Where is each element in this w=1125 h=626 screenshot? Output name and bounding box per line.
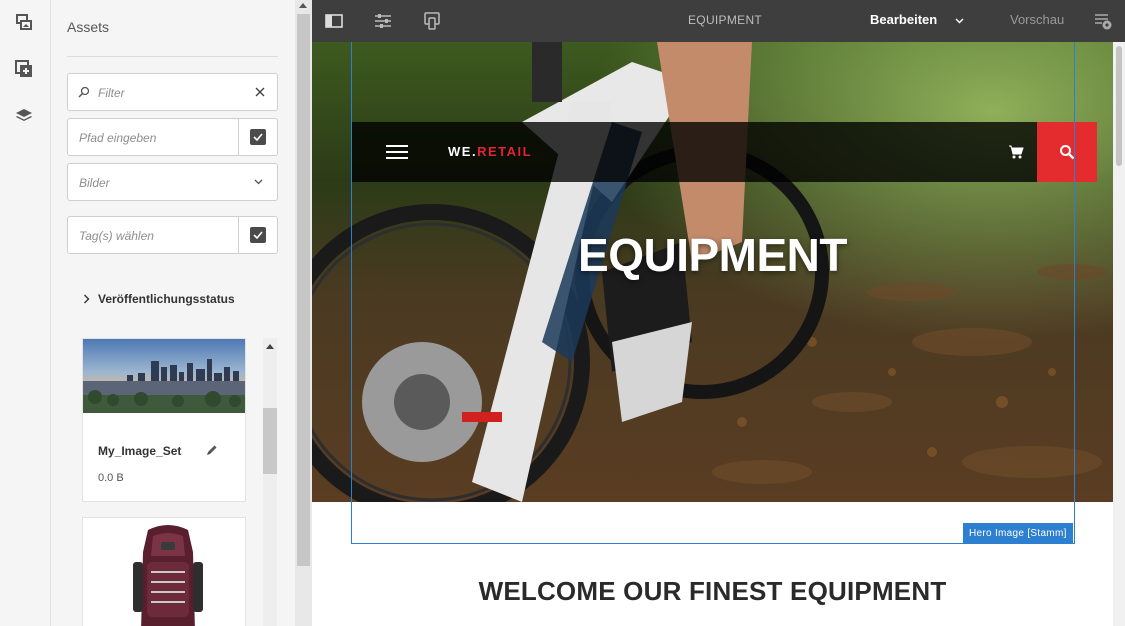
divider xyxy=(67,56,278,57)
chevron-down-icon xyxy=(955,18,964,24)
path-field[interactable]: Pfad eingeben xyxy=(67,118,278,156)
tags-placeholder: Tag(s) wählen xyxy=(79,229,154,243)
checkbox-icon xyxy=(250,129,266,145)
page-properties-icon[interactable] xyxy=(373,11,393,31)
editor-toolbar: EQUIPMENT Bearbeiten Vorschau xyxy=(312,0,1125,42)
filter-input[interactable]: Filter xyxy=(67,73,278,111)
selected-component-label[interactable]: Hero Image [Stamm] xyxy=(963,523,1073,544)
asset-thumbnail xyxy=(83,339,245,413)
search-icon xyxy=(78,86,90,98)
asset-card-size: 0.0 B xyxy=(98,472,124,484)
canvas-scroll-thumb[interactable] xyxy=(1116,46,1122,166)
assets-panel: Assets Filter Pfad eingeben Bilder Tag(s… xyxy=(51,0,295,626)
mode-select[interactable]: Bearbeiten xyxy=(870,12,964,27)
search-icon xyxy=(1060,145,1075,160)
assets-icon[interactable] xyxy=(12,10,36,34)
chevron-down-icon xyxy=(254,179,263,185)
backpack-thumbnail xyxy=(133,525,203,626)
hero-image[interactable]: WE.RETAIL EQUIPMENT xyxy=(312,42,1113,502)
tags-browse-button[interactable] xyxy=(238,217,277,253)
content-tree-icon[interactable] xyxy=(12,104,36,128)
clear-icon[interactable] xyxy=(255,87,265,97)
scroll-up-icon[interactable] xyxy=(266,344,274,349)
brand-logo[interactable]: WE.RETAIL xyxy=(448,144,532,159)
canvas-scrollbar[interactable] xyxy=(1113,42,1125,626)
asset-card[interactable] xyxy=(82,517,246,626)
tags-field[interactable]: Tag(s) wählen xyxy=(67,216,278,254)
hamburger-menu-icon[interactable] xyxy=(386,145,408,159)
welcome-heading: WELCOME OUR FINEST EQUIPMENT xyxy=(478,576,947,606)
path-browse-button[interactable] xyxy=(238,119,277,155)
scroll-up-icon[interactable] xyxy=(299,3,307,8)
page-information-icon[interactable] xyxy=(1093,11,1113,31)
page-title: EQUIPMENT xyxy=(688,13,763,27)
side-rail xyxy=(0,0,51,626)
hero-title: EQUIPMENT xyxy=(578,229,847,281)
asset-list-scroll-thumb[interactable] xyxy=(263,408,277,474)
path-placeholder: Pfad eingeben xyxy=(79,131,157,145)
site-search-button[interactable] xyxy=(1037,122,1097,182)
components-icon[interactable] xyxy=(12,57,36,81)
panel-title: Assets xyxy=(67,19,110,35)
asset-type-value: Bilder xyxy=(79,176,110,190)
site-navigation: WE.RETAIL xyxy=(352,122,1097,182)
panel-scroll-thumb[interactable] xyxy=(297,14,310,566)
panel-scrollbar[interactable] xyxy=(295,0,312,626)
publication-status-toggle[interactable]: Veröffentlichungsstatus xyxy=(83,292,235,306)
asset-card[interactable]: My_Image_Set 0.0 B xyxy=(82,338,246,502)
page-canvas: WE.RETAIL EQUIPMENT Hero Image [Stamm] W… xyxy=(312,42,1113,626)
asset-card-title: My_Image_Set xyxy=(98,444,182,458)
chevron-right-icon xyxy=(84,294,90,304)
cart-icon[interactable] xyxy=(1008,144,1024,160)
asset-type-select[interactable]: Bilder xyxy=(67,163,278,201)
toggle-side-panel-icon[interactable] xyxy=(324,11,344,31)
checkbox-icon xyxy=(250,227,266,243)
preview-button[interactable]: Vorschau xyxy=(1010,12,1064,27)
emulator-icon[interactable] xyxy=(422,11,442,31)
asset-list-scrollbar[interactable] xyxy=(263,338,277,626)
pencil-icon[interactable] xyxy=(205,443,219,457)
mode-label: Bearbeiten xyxy=(870,12,938,27)
publication-status-label: Veröffentlichungsstatus xyxy=(98,292,235,306)
filter-placeholder: Filter xyxy=(98,86,125,100)
